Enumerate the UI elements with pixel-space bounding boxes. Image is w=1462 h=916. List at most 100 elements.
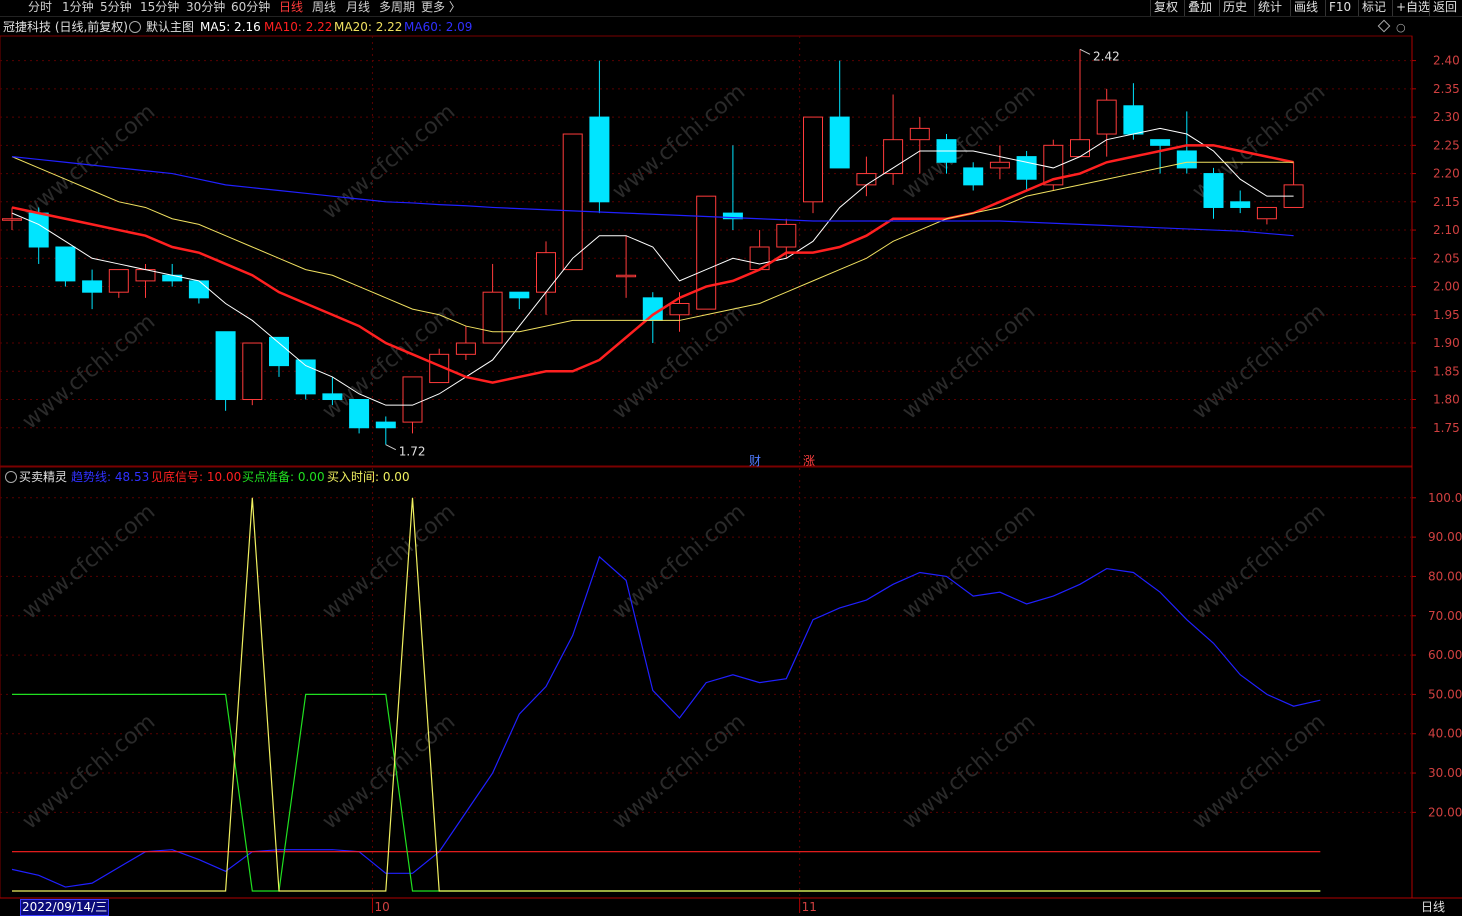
candle bbox=[188, 280, 209, 304]
y-tick-label: 2.20 bbox=[1433, 167, 1460, 181]
y-tick-label: 60.00 bbox=[1428, 648, 1462, 662]
toolbar-button-3[interactable]: 统计 bbox=[1254, 0, 1285, 16]
candle-body-up bbox=[989, 161, 1010, 169]
chevron-down-icon[interactable] bbox=[5, 471, 17, 483]
period-tab-1[interactable]: 1分钟 bbox=[62, 0, 94, 16]
candle-body-down bbox=[1016, 156, 1037, 180]
candle bbox=[1070, 49, 1090, 158]
candle-body-down bbox=[162, 274, 183, 282]
candle bbox=[803, 116, 823, 214]
toolbar-button-6[interactable]: 标记 bbox=[1358, 0, 1389, 16]
candle bbox=[82, 269, 103, 310]
high-marker-arrow bbox=[1079, 48, 1091, 55]
candle bbox=[589, 60, 610, 214]
candle bbox=[242, 342, 263, 406]
candle bbox=[28, 207, 49, 264]
candle-body-down bbox=[82, 280, 103, 293]
watermark-text: www.cfchi.com bbox=[898, 499, 1040, 624]
y-tick-label: 2.30 bbox=[1433, 110, 1460, 124]
candle-body-up bbox=[696, 195, 717, 310]
candle-body-down bbox=[963, 167, 984, 186]
candle bbox=[562, 133, 583, 271]
y-tick-label: 2.10 bbox=[1433, 223, 1460, 237]
toolbar-button-5[interactable]: F10 bbox=[1325, 0, 1354, 16]
candle-body-up bbox=[482, 291, 503, 344]
y-tick-label: 100.00 bbox=[1428, 491, 1462, 505]
period-tab-10[interactable]: 更多 〉 bbox=[421, 0, 461, 16]
toolbar-button-0[interactable]: 复权 bbox=[1150, 0, 1181, 16]
candle bbox=[509, 291, 530, 310]
period-tab-9[interactable]: 多周期 bbox=[379, 0, 415, 16]
watermark-text: www.cfchi.com bbox=[1188, 709, 1330, 834]
y-tick-label: 2.00 bbox=[1433, 280, 1460, 294]
y-tick-label: 40.00 bbox=[1428, 727, 1462, 741]
candle-body-down bbox=[55, 246, 76, 282]
toolbar-button-1[interactable]: 叠加 bbox=[1184, 0, 1215, 16]
candle bbox=[536, 241, 556, 315]
chart-canvas: 1.75 1.80 1.85 1.90 1.95 2.00 2.05 2.10 2.15 2.20… bbox=[0, 19, 1462, 914]
period-tab-4[interactable]: 30分钟 bbox=[186, 0, 225, 16]
watermark-text: www.cfchi.com bbox=[1188, 299, 1330, 424]
period-tab-5[interactable]: 60分钟 bbox=[231, 0, 270, 16]
candle bbox=[642, 292, 663, 344]
candle-body-down bbox=[509, 291, 530, 299]
ma10-legend: MA10: 2.22 bbox=[264, 20, 333, 34]
candle-body-up bbox=[455, 342, 476, 355]
candle-body-down bbox=[269, 336, 289, 367]
watermark-text: www.cfchi.com bbox=[18, 309, 160, 434]
candle bbox=[1283, 162, 1304, 208]
candle bbox=[349, 399, 370, 434]
circle-icon: ○ bbox=[1396, 21, 1406, 34]
indicator-line-0 bbox=[11, 555, 1321, 888]
watermark-text: www.cfchi.com bbox=[318, 709, 460, 834]
toolbar-button-8[interactable]: 返回 bbox=[1429, 0, 1460, 16]
toolbar-button-2[interactable]: 历史 bbox=[1219, 0, 1250, 16]
candle-body-down bbox=[349, 399, 370, 429]
buy-prep-legend: 买点准备: 0.00 bbox=[242, 470, 325, 484]
candle-body-up bbox=[242, 342, 263, 401]
period-tab-8[interactable]: 月线 bbox=[346, 0, 370, 16]
period-tab-0[interactable]: 分时 bbox=[28, 0, 52, 16]
template-name[interactable]: 默认主图 bbox=[146, 19, 194, 35]
bottom-signal-legend: 见底信号: 10.00 bbox=[151, 470, 242, 484]
period-tab-7[interactable]: 周线 bbox=[312, 0, 336, 16]
ma20-legend: MA20: 2.22 bbox=[334, 20, 403, 34]
candle-body-down bbox=[188, 280, 209, 299]
candle bbox=[455, 326, 476, 360]
candle bbox=[482, 263, 503, 344]
candle bbox=[1176, 111, 1197, 174]
candle bbox=[135, 263, 156, 298]
candle-body-up bbox=[616, 274, 637, 278]
chevron-down-icon[interactable] bbox=[129, 21, 141, 33]
period-tab-2[interactable]: 5分钟 bbox=[100, 0, 132, 16]
candle bbox=[1256, 206, 1277, 225]
candle bbox=[108, 269, 129, 298]
toolbar-button-7[interactable]: +自选 bbox=[1392, 0, 1433, 16]
watermark-text: www.cfchi.com bbox=[608, 299, 750, 424]
y-tick-label: 80.00 bbox=[1428, 569, 1462, 583]
period-tab-6[interactable]: 日线 bbox=[279, 0, 303, 16]
y-tick-label: 1.85 bbox=[1433, 364, 1460, 378]
period-label[interactable]: 日线 bbox=[1421, 899, 1445, 915]
y-tick-label: 2.40 bbox=[1433, 54, 1460, 68]
candle-body-up bbox=[669, 302, 690, 316]
indicator-name[interactable]: 买卖精灵 bbox=[19, 469, 67, 485]
candle bbox=[883, 94, 904, 185]
candle bbox=[696, 195, 717, 310]
y-tick-label: 2.05 bbox=[1433, 251, 1460, 265]
candle-body-up bbox=[856, 173, 877, 186]
period-tab-3[interactable]: 15分钟 bbox=[140, 0, 179, 16]
candle bbox=[55, 246, 76, 287]
y-tick-label: 20.00 bbox=[1428, 805, 1462, 819]
y-tick-label: 30.00 bbox=[1428, 766, 1462, 780]
candle bbox=[989, 145, 1010, 180]
date-cursor-label: 2022/09/14/三 bbox=[20, 899, 110, 916]
toolbar-button-4[interactable]: 画线 bbox=[1290, 0, 1321, 16]
x-tick-label: 10 bbox=[374, 900, 389, 914]
y-tick-label: 2.25 bbox=[1433, 138, 1460, 152]
event-tag-rise: 涨 bbox=[803, 453, 815, 468]
y-tick-label: 2.15 bbox=[1433, 195, 1460, 209]
watermark-text: www.cfchi.com bbox=[318, 499, 460, 624]
y-tick-label: 1.80 bbox=[1433, 393, 1460, 407]
y-tick-label: 1.90 bbox=[1433, 336, 1460, 350]
